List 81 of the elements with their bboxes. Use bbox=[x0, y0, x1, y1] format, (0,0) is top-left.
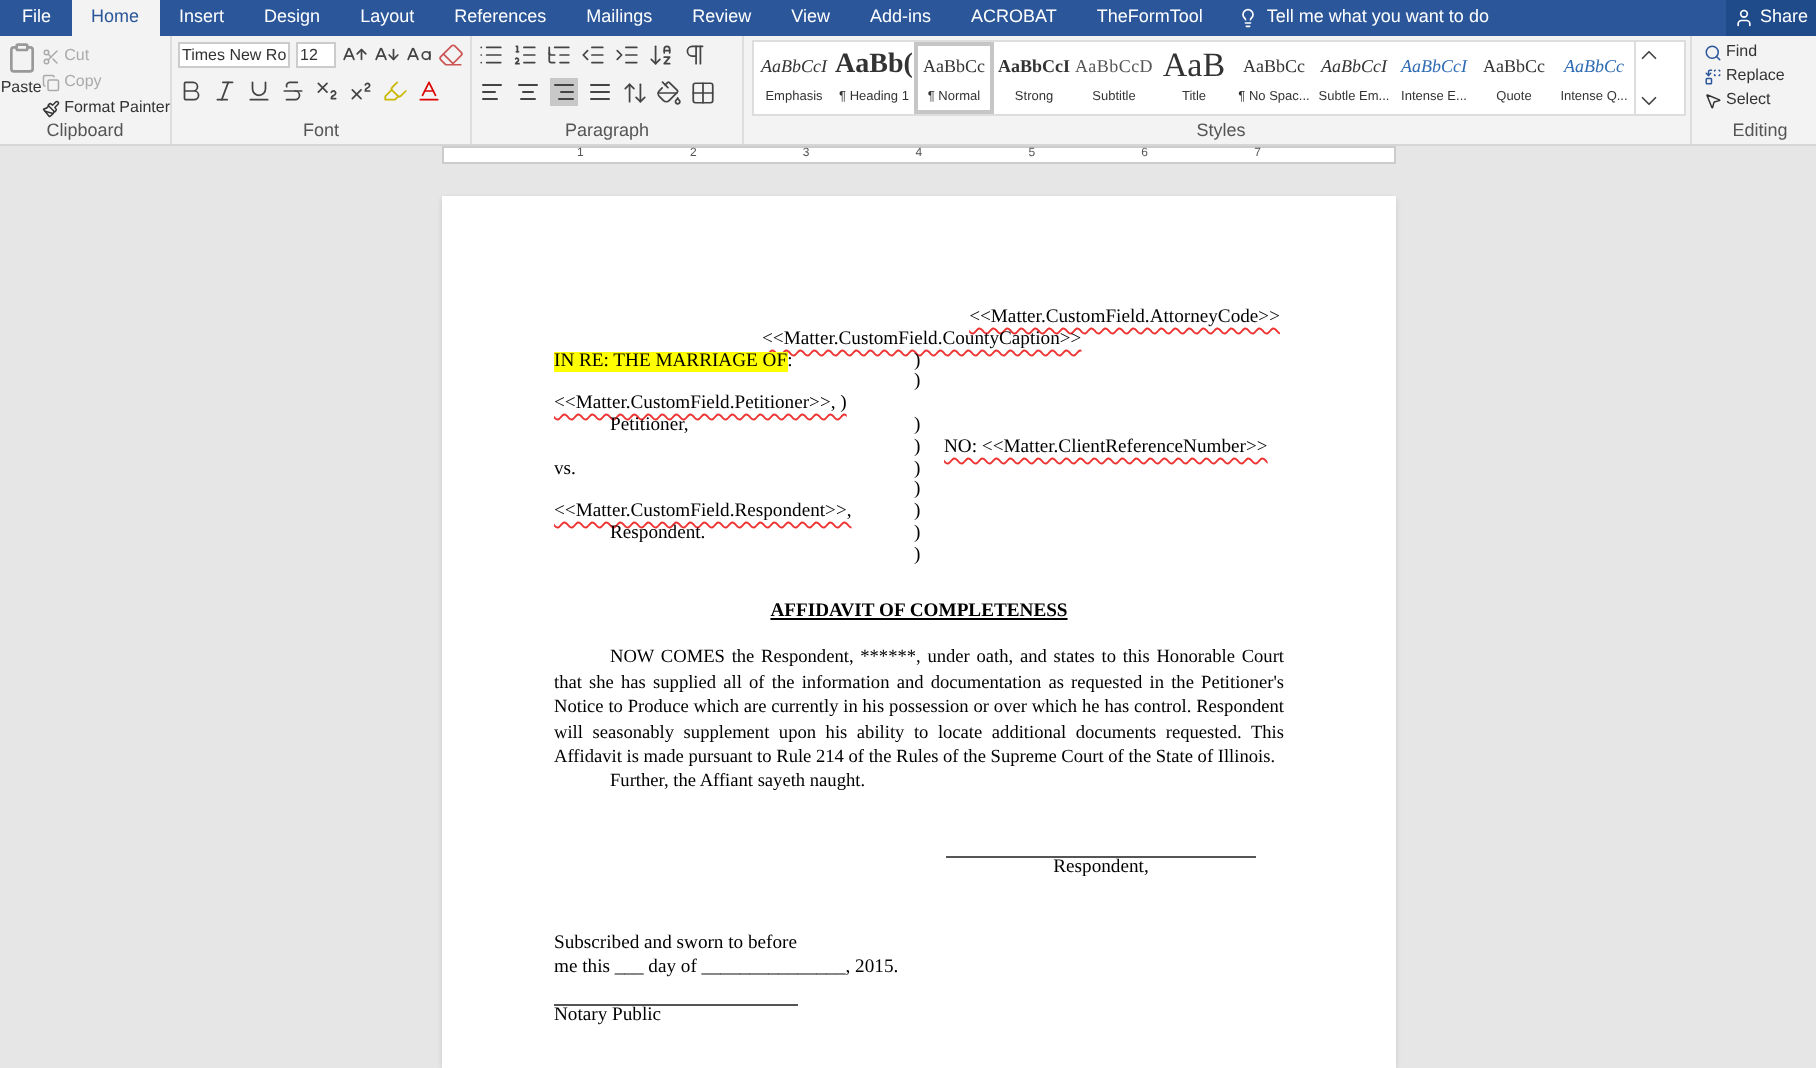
group-label: Editing bbox=[1732, 118, 1788, 145]
strikethrough-icon[interactable] bbox=[280, 78, 306, 104]
align-button[interactable] bbox=[514, 78, 542, 106]
ribbon-tab[interactable]: Mailings bbox=[566, 0, 673, 36]
select-button[interactable]: Select bbox=[1704, 88, 1816, 112]
replace-icon bbox=[1704, 67, 1722, 85]
show-marks-icon[interactable] bbox=[682, 42, 708, 68]
merge-field: NO: <<Matter.ClientReferenceNumber>> bbox=[944, 437, 1268, 460]
ribbon-tab[interactable]: TheFormTool bbox=[1076, 0, 1223, 36]
align-button[interactable] bbox=[478, 78, 506, 106]
bold-icon[interactable] bbox=[178, 78, 204, 104]
ribbon-tab[interactable]: File bbox=[2, 0, 72, 36]
body-paragraph: Further, the Affiant sayeth naught. bbox=[608, 770, 868, 796]
merge-field: <<Matter.CustomField.Petitioner>>, ) bbox=[554, 394, 847, 416]
scissors-icon bbox=[42, 47, 61, 65]
caption-text: Petitioner, bbox=[610, 415, 689, 438]
multilevel-list-icon[interactable] bbox=[546, 42, 572, 68]
merge-field: <<Matter.CustomField.AttorneyCode>> bbox=[969, 308, 1280, 330]
ribbon-tab[interactable]: View bbox=[771, 0, 851, 36]
ribbon-tab[interactable]: Design bbox=[244, 0, 341, 36]
group-label: Font bbox=[302, 118, 339, 145]
font-name-field[interactable]: Times New Ro bbox=[178, 42, 290, 68]
paintbrush-icon bbox=[42, 99, 61, 117]
caption-bracket: ) bbox=[914, 459, 923, 481]
sort-icon[interactable] bbox=[648, 42, 674, 68]
ribbon-tab[interactable]: Add-ins bbox=[850, 0, 952, 36]
clear-format-icon[interactable] bbox=[438, 42, 464, 68]
search-icon bbox=[1704, 43, 1722, 61]
superscript-icon[interactable] bbox=[348, 78, 374, 104]
clipboard-button[interactable]: Format Painter bbox=[42, 96, 170, 120]
lightbulb-icon bbox=[1238, 8, 1259, 28]
replace-button[interactable]: Replace bbox=[1704, 64, 1816, 88]
share-button[interactable]: Share bbox=[1725, 0, 1816, 36]
document-title: AFFIDAVIT OF COMPLETENESS bbox=[770, 601, 1068, 623]
find-button[interactable]: Find bbox=[1704, 40, 1816, 64]
caption-bracket: ) bbox=[914, 351, 923, 373]
ribbon-tab[interactable]: Layout bbox=[340, 0, 435, 36]
merge-field: <<Matter.CustomField.CountyCaption>> bbox=[762, 327, 1082, 350]
caption-bracket: ) bbox=[914, 545, 923, 568]
pointer-icon bbox=[1704, 91, 1722, 109]
notary-label: Notary Public bbox=[554, 1005, 664, 1027]
body-paragraph: NOW COMES the Respondent, ******, under oath, and states to this Honorable Court that she has supplied all of the information and documentation as requested in the Petitioner's Notice to Produce which are currently in his possession or over which he has control. Respondent will seasonably supplement upon his ability to locate additional documents requested. This Affidavit is made pursuant to Rule 214 of the Rules of the Supreme Court of the State of Illinois. bbox=[554, 646, 1284, 771]
group-label: Paragraph bbox=[564, 118, 650, 145]
ribbon-tab[interactable]: ACROBAT bbox=[951, 0, 1077, 36]
paste-button[interactable]: Paste bbox=[0, 40, 43, 120]
align-button[interactable] bbox=[550, 78, 578, 106]
underline-icon[interactable] bbox=[246, 78, 272, 104]
ribbon-tab[interactable]: Home bbox=[71, 0, 160, 36]
caption-text: IN RE: THE MARRIAGE OF bbox=[554, 351, 788, 373]
jurat-line: Subscribed and sworn to before bbox=[554, 931, 799, 956]
group-label: Clipboard bbox=[46, 118, 124, 145]
font-color-icon[interactable] bbox=[416, 78, 442, 104]
merge-field: <<Matter.CustomField.Respondent>>, bbox=[554, 502, 852, 524]
ribbon-tab[interactable]: Insert bbox=[159, 0, 245, 36]
font-size-field[interactable]: 12 bbox=[296, 42, 336, 68]
decrease-indent-icon[interactable] bbox=[580, 42, 606, 68]
caption-bracket: ) bbox=[914, 437, 923, 460]
shading-icon[interactable] bbox=[656, 79, 682, 105]
caption-bracket: ) bbox=[914, 480, 923, 503]
numbering-icon[interactable] bbox=[512, 42, 538, 68]
signature-label: Respondent, bbox=[1053, 857, 1149, 880]
italic-icon[interactable] bbox=[212, 78, 238, 104]
caption-text: : bbox=[787, 351, 793, 373]
caption-bracket: ) bbox=[914, 502, 923, 524]
borders-icon[interactable] bbox=[690, 79, 716, 105]
group-label: Styles bbox=[1196, 118, 1246, 145]
subscript-icon[interactable] bbox=[314, 78, 340, 104]
caption-text: Respondent. bbox=[610, 523, 706, 546]
jurat-line: me this ___ day of _______________, 2015. bbox=[554, 955, 901, 980]
person-icon bbox=[1733, 8, 1754, 28]
increase-indent-icon[interactable] bbox=[614, 42, 640, 68]
caption-bracket: ) bbox=[914, 372, 923, 395]
ribbon-tab[interactable]: Review bbox=[672, 0, 772, 36]
caption-bracket: ) bbox=[914, 523, 923, 546]
copy-icon bbox=[42, 73, 61, 91]
align-button[interactable] bbox=[586, 78, 614, 106]
caption-text: vs. bbox=[554, 459, 576, 481]
caption-bracket: ) bbox=[914, 415, 923, 438]
clipboard-icon bbox=[5, 40, 38, 76]
ribbon-tab[interactable]: References bbox=[434, 0, 567, 36]
line-spacing-icon[interactable] bbox=[622, 79, 648, 105]
